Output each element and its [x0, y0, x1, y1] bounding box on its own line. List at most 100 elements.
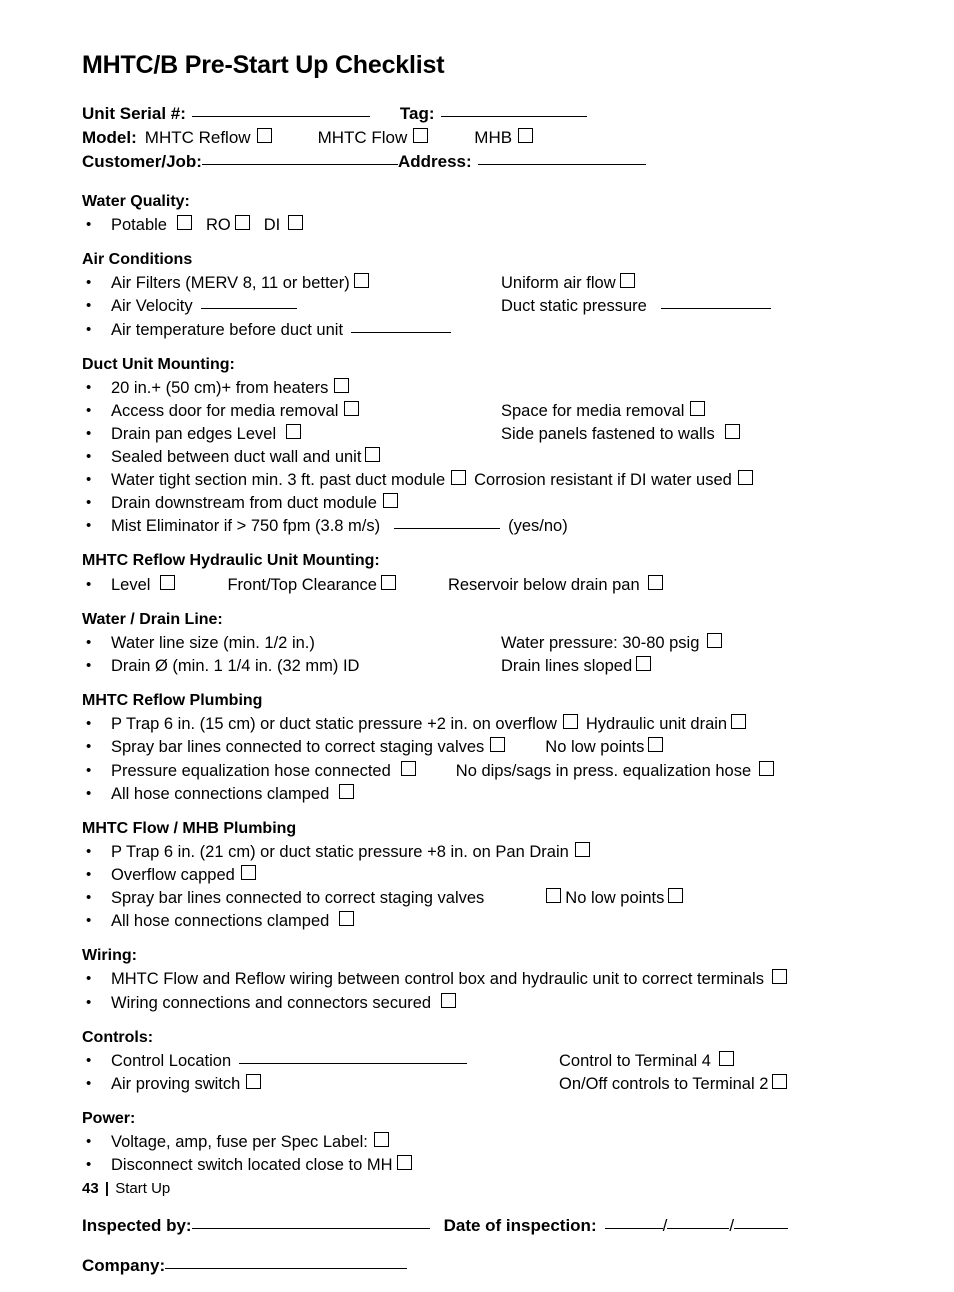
control-terminal-4-checkbox[interactable] [718, 1050, 734, 1066]
customer-job-label: Customer/Job: [82, 151, 202, 171]
footer-section-label: Start Up [115, 1180, 171, 1197]
address-input[interactable] [477, 163, 646, 165]
spray-bar-reflow-checkbox[interactable] [490, 737, 506, 753]
tag-input[interactable] [440, 115, 587, 117]
address-label: Address: [397, 151, 472, 171]
section-power: Power: Voltage, amp, fuse per Spec Label… [82, 1107, 882, 1177]
sealed-duct-wall-checkbox[interactable] [365, 447, 381, 463]
hydraulic-unit-drain-checkbox[interactable] [731, 714, 747, 730]
p-trap-overflow-checkbox[interactable] [562, 714, 578, 730]
unit-serial-input[interactable] [191, 115, 370, 117]
unit-serial-label: Unit Serial #: [82, 103, 186, 123]
list-item: Air Filters (MERV 8, 11 or better) Unifo… [82, 272, 882, 295]
drain-lines-sloped-checkbox[interactable] [636, 656, 652, 672]
company-input[interactable] [165, 1267, 408, 1269]
reservoir-below-drain-pan-checkbox[interactable] [647, 574, 663, 590]
list-item: Potable RO DI [82, 214, 882, 237]
section-heading: Duct Unit Mounting: [82, 355, 235, 373]
control-location-input[interactable] [239, 1062, 468, 1064]
model-row: Model: MHTC Reflow MHTC Flow MHB [82, 126, 882, 150]
item-label-uniform-air-flow: Uniform air flow [501, 274, 616, 293]
model-label: Model: [82, 127, 137, 147]
side-panels-checkbox[interactable] [724, 424, 740, 439]
list-item: Drain Ø (min. 1 1/4 in. (32 mm) ID Drain… [82, 655, 882, 678]
di-checkbox[interactable] [288, 215, 304, 231]
item-label-duct-static-pressure: Duct static pressure [501, 297, 647, 316]
access-door-checkbox[interactable] [344, 400, 360, 416]
air-velocity-input[interactable] [200, 308, 297, 310]
space-media-removal-checkbox[interactable] [690, 400, 706, 416]
ro-checkbox[interactable] [234, 215, 250, 231]
item-label-ro: RO [205, 216, 231, 235]
list-item: Water line size (min. 1/2 in.) Water pre… [82, 632, 882, 655]
item-label-drain-diameter: Drain Ø (min. 1 1/4 in. (32 mm) ID [111, 657, 360, 676]
uniform-air-flow-checkbox[interactable] [619, 273, 635, 289]
duct-static-pressure-input[interactable] [660, 308, 771, 310]
water-pressure-checkbox[interactable] [707, 632, 723, 648]
date-day-input[interactable] [667, 1228, 730, 1230]
section-items: Potable RO DI [82, 214, 882, 237]
item-label-air-filters: Air Filters (MERV 8, 11 or better) [111, 274, 350, 293]
p-trap-pan-drain-checkbox[interactable] [574, 841, 590, 857]
item-label-front-top-clearance: Front/Top Clearance [227, 575, 377, 594]
item-label-pressure-equalization-hose: Pressure equalization hose connected [111, 761, 391, 780]
section-heading: Water Quality: [82, 192, 190, 210]
date-separator-2: / [729, 1216, 735, 1236]
air-filters-checkbox[interactable] [353, 273, 369, 289]
model-option-mhtc-flow-checkbox[interactable] [413, 127, 429, 143]
air-temperature-input[interactable] [351, 331, 452, 333]
customer-address-row: Customer/Job: Address: [82, 150, 882, 174]
level-checkbox[interactable] [160, 574, 176, 590]
potable-checkbox[interactable] [176, 215, 192, 231]
from-heaters-checkbox[interactable] [334, 377, 350, 393]
drain-downstream-checkbox[interactable] [382, 493, 398, 509]
list-item: Drain pan edges Level Side panels fasten… [82, 423, 882, 446]
item-label-drain-downstream: Drain downstream from duct module [111, 494, 377, 513]
overflow-capped-checkbox[interactable] [240, 864, 256, 880]
water-tight-section-checkbox[interactable] [451, 470, 467, 486]
page-title: MHTC/B Pre-Start Up Checklist [82, 51, 445, 79]
model-option-mhtc-reflow-checkbox[interactable] [256, 127, 272, 143]
onoff-terminal-2-checkbox[interactable] [772, 1073, 788, 1089]
model-option-mhb-checkbox[interactable] [518, 127, 534, 143]
section-water-drain-line: Water / Drain Line: Water line size (min… [82, 608, 882, 678]
corrosion-resistant-checkbox[interactable] [737, 470, 753, 486]
unit-serial-row: Unit Serial #: Tag: [82, 102, 882, 126]
no-low-points-reflow-checkbox[interactable] [648, 737, 664, 753]
front-top-clearance-checkbox[interactable] [380, 574, 396, 590]
voltage-amp-fuse-checkbox[interactable] [373, 1132, 389, 1148]
date-year-input[interactable] [734, 1228, 789, 1230]
item-label-air-velocity: Air Velocity [111, 297, 193, 316]
list-item: 20 in.+ (50 cm)+ from heaters [82, 377, 882, 400]
no-low-points-flow-checkbox[interactable] [668, 888, 684, 904]
no-dips-sags-checkbox[interactable] [759, 760, 775, 776]
disconnect-switch-checkbox[interactable] [396, 1155, 412, 1171]
item-label-disconnect-switch: Disconnect switch located close to MH [111, 1156, 393, 1175]
item-label-access-door: Access door for media removal [111, 401, 339, 420]
wiring-correct-terminals-checkbox[interactable] [771, 969, 787, 985]
item-label-no-low-points-reflow: No low points [545, 738, 645, 757]
tag-label: Tag: [399, 103, 435, 123]
drain-pan-level-checkbox[interactable] [286, 424, 302, 439]
header-fields: Unit Serial #: Tag: Model: MHTC Reflow M… [82, 102, 882, 174]
section-heading: MHTC Reflow Plumbing [82, 692, 263, 710]
list-item: Overflow capped [82, 864, 882, 887]
date-month-input[interactable] [604, 1228, 663, 1230]
section-items: 20 in.+ (50 cm)+ from heaters Access doo… [82, 377, 882, 539]
inspected-by-input[interactable] [191, 1228, 430, 1230]
air-proving-switch-checkbox[interactable] [246, 1073, 262, 1089]
list-item: Control Location Control to Terminal 4 [82, 1050, 882, 1073]
mist-eliminator-input[interactable] [394, 528, 501, 530]
section-heading: MHTC Flow / MHB Plumbing [82, 819, 297, 837]
pressure-equalization-hose-checkbox[interactable] [400, 760, 416, 776]
section-items: P Trap 6 in. (15 cm) or duct static pres… [82, 713, 882, 805]
hose-clamped-reflow-checkbox[interactable] [339, 783, 355, 799]
item-label-overflow-capped: Overflow capped [111, 865, 235, 884]
item-label-potable: Potable [111, 216, 167, 235]
spray-bar-flow-checkbox[interactable] [546, 888, 562, 904]
hose-clamped-flow-checkbox[interactable] [339, 911, 355, 927]
list-item: Wiring connections and connectors secure… [82, 992, 882, 1015]
customer-job-input[interactable] [201, 163, 398, 165]
item-label-onoff-terminal-2: On/Off controls to Terminal 2 [559, 1074, 769, 1093]
wiring-connectors-secured-checkbox[interactable] [441, 992, 457, 1008]
